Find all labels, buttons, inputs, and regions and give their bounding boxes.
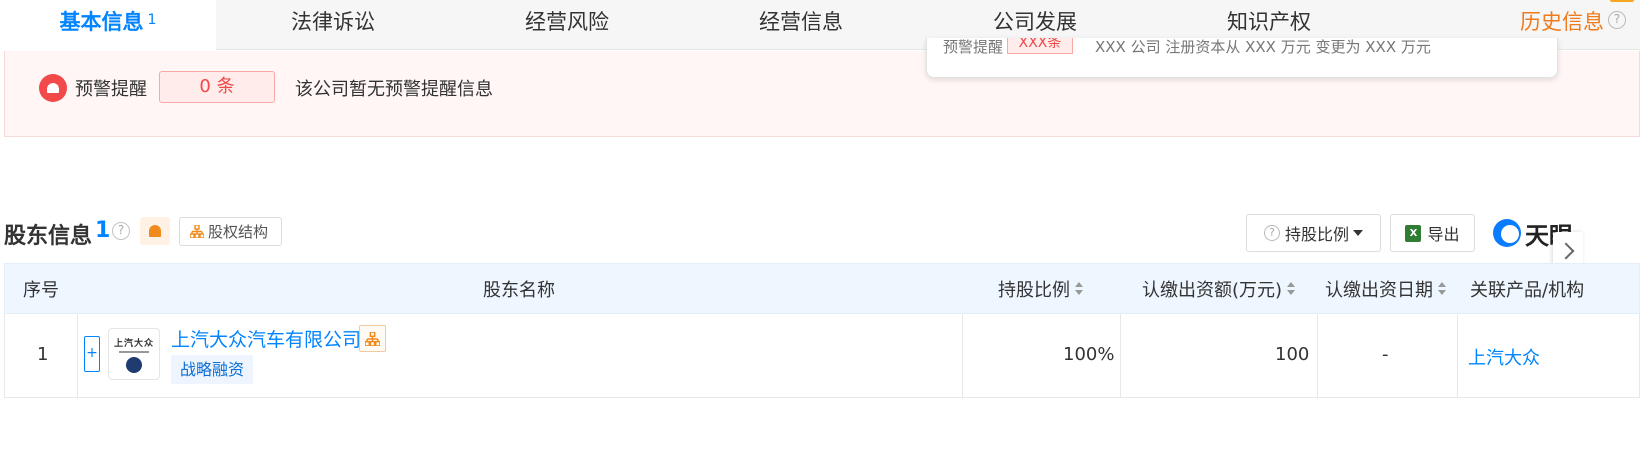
- org-chart-icon: [190, 225, 204, 238]
- expand-button[interactable]: +: [84, 336, 100, 372]
- bell-icon[interactable]: [140, 217, 170, 245]
- tab-operation[interactable]: 经营信息: [684, 0, 918, 50]
- sort-icon: [1287, 281, 1296, 296]
- section-title: 股东信息: [4, 224, 93, 249]
- warning-message: 该公司暂无预警提醒信息: [295, 79, 493, 100]
- column-header-ratio[interactable]: 持股比例: [998, 264, 1083, 313]
- alarm-icon: [39, 74, 67, 102]
- tab-label: 经营信息: [759, 10, 843, 34]
- column-header-index: 序号: [23, 279, 59, 301]
- preview-text: XXX 公司 注册资本从 XXX 万元 变更为 XXX 万元: [1095, 38, 1431, 56]
- export-label: 导出: [1427, 225, 1460, 244]
- logo-mark-icon: [1493, 219, 1521, 247]
- ratio-value: 100%: [1063, 344, 1115, 365]
- preview-label: 预警提醒: [943, 38, 1004, 56]
- column-header-amount[interactable]: 认缴出资额(万元): [1142, 264, 1296, 313]
- new-badge: [1610, 0, 1634, 2]
- caret-down-icon: [1353, 230, 1363, 236]
- sort-icon: [1438, 281, 1446, 296]
- warning-label: 预警提醒: [75, 79, 147, 100]
- vw-emblem-icon: [126, 356, 142, 373]
- tab-label: 公司发展: [993, 10, 1077, 34]
- help-icon[interactable]: ?: [1608, 11, 1626, 29]
- tab-label: 历史信息: [1520, 10, 1604, 34]
- amount-value: 100: [1275, 344, 1310, 365]
- excel-icon: X: [1405, 224, 1422, 242]
- warning-preview-popup: 预警提醒 XXX条 XXX 公司 注册资本从 XXX 万元 变更为 XXX 万元: [926, 38, 1558, 78]
- table-header: 序号 股东名称 持股比例 认缴出资额(万元) 认缴出资日期 关联产品/机构: [4, 263, 1640, 314]
- section-count: 1: [95, 218, 111, 243]
- tab-legal[interactable]: 法律诉讼: [216, 0, 450, 50]
- shareholder-tag[interactable]: 战略融资: [171, 355, 253, 384]
- tab-label: 经营风险: [525, 10, 609, 34]
- company-logo-text: 上汽大众: [113, 338, 154, 349]
- shareholder-name-link[interactable]: 上汽大众汽车有限公司: [171, 325, 361, 352]
- sort-icon: [1075, 281, 1083, 296]
- org-chart-icon[interactable]: [359, 325, 386, 352]
- ratio-filter-button[interactable]: ? 持股比例: [1246, 214, 1381, 252]
- row-index: 1: [37, 344, 49, 365]
- tab-risk[interactable]: 经营风险: [450, 0, 684, 50]
- warning-count-badge[interactable]: 0 条: [159, 71, 275, 103]
- tab-count: 1: [147, 12, 157, 28]
- tab-basic-info[interactable]: 基本信息 1: [0, 0, 216, 51]
- export-button[interactable]: X 导出: [1390, 214, 1475, 252]
- column-header-name: 股东名称: [483, 279, 555, 301]
- help-icon: ?: [1263, 225, 1280, 241]
- column-header-product: 关联产品/机构: [1470, 279, 1585, 301]
- help-icon[interactable]: ?: [112, 222, 130, 240]
- product-link[interactable]: 上汽大众: [1468, 344, 1540, 370]
- ratio-filter-label: 持股比例: [1284, 225, 1349, 244]
- tab-label: 法律诉讼: [291, 10, 375, 34]
- column-header-date[interactable]: 认缴出资日期: [1325, 264, 1446, 313]
- date-value: -: [1382, 344, 1389, 365]
- tab-label: 知识产权: [1227, 10, 1311, 34]
- preview-tag: XXX条: [1007, 38, 1073, 54]
- equity-structure-label: 股权结构: [208, 223, 269, 241]
- company-logo: 上汽大众: [108, 328, 160, 380]
- tab-label: 基本信息: [59, 10, 144, 34]
- table-row: 1 + 上汽大众 上汽大众汽车有限公司 战略融资 100% 100 - 上汽大众: [4, 314, 1640, 398]
- equity-structure-button[interactable]: 股权结构: [179, 217, 282, 246]
